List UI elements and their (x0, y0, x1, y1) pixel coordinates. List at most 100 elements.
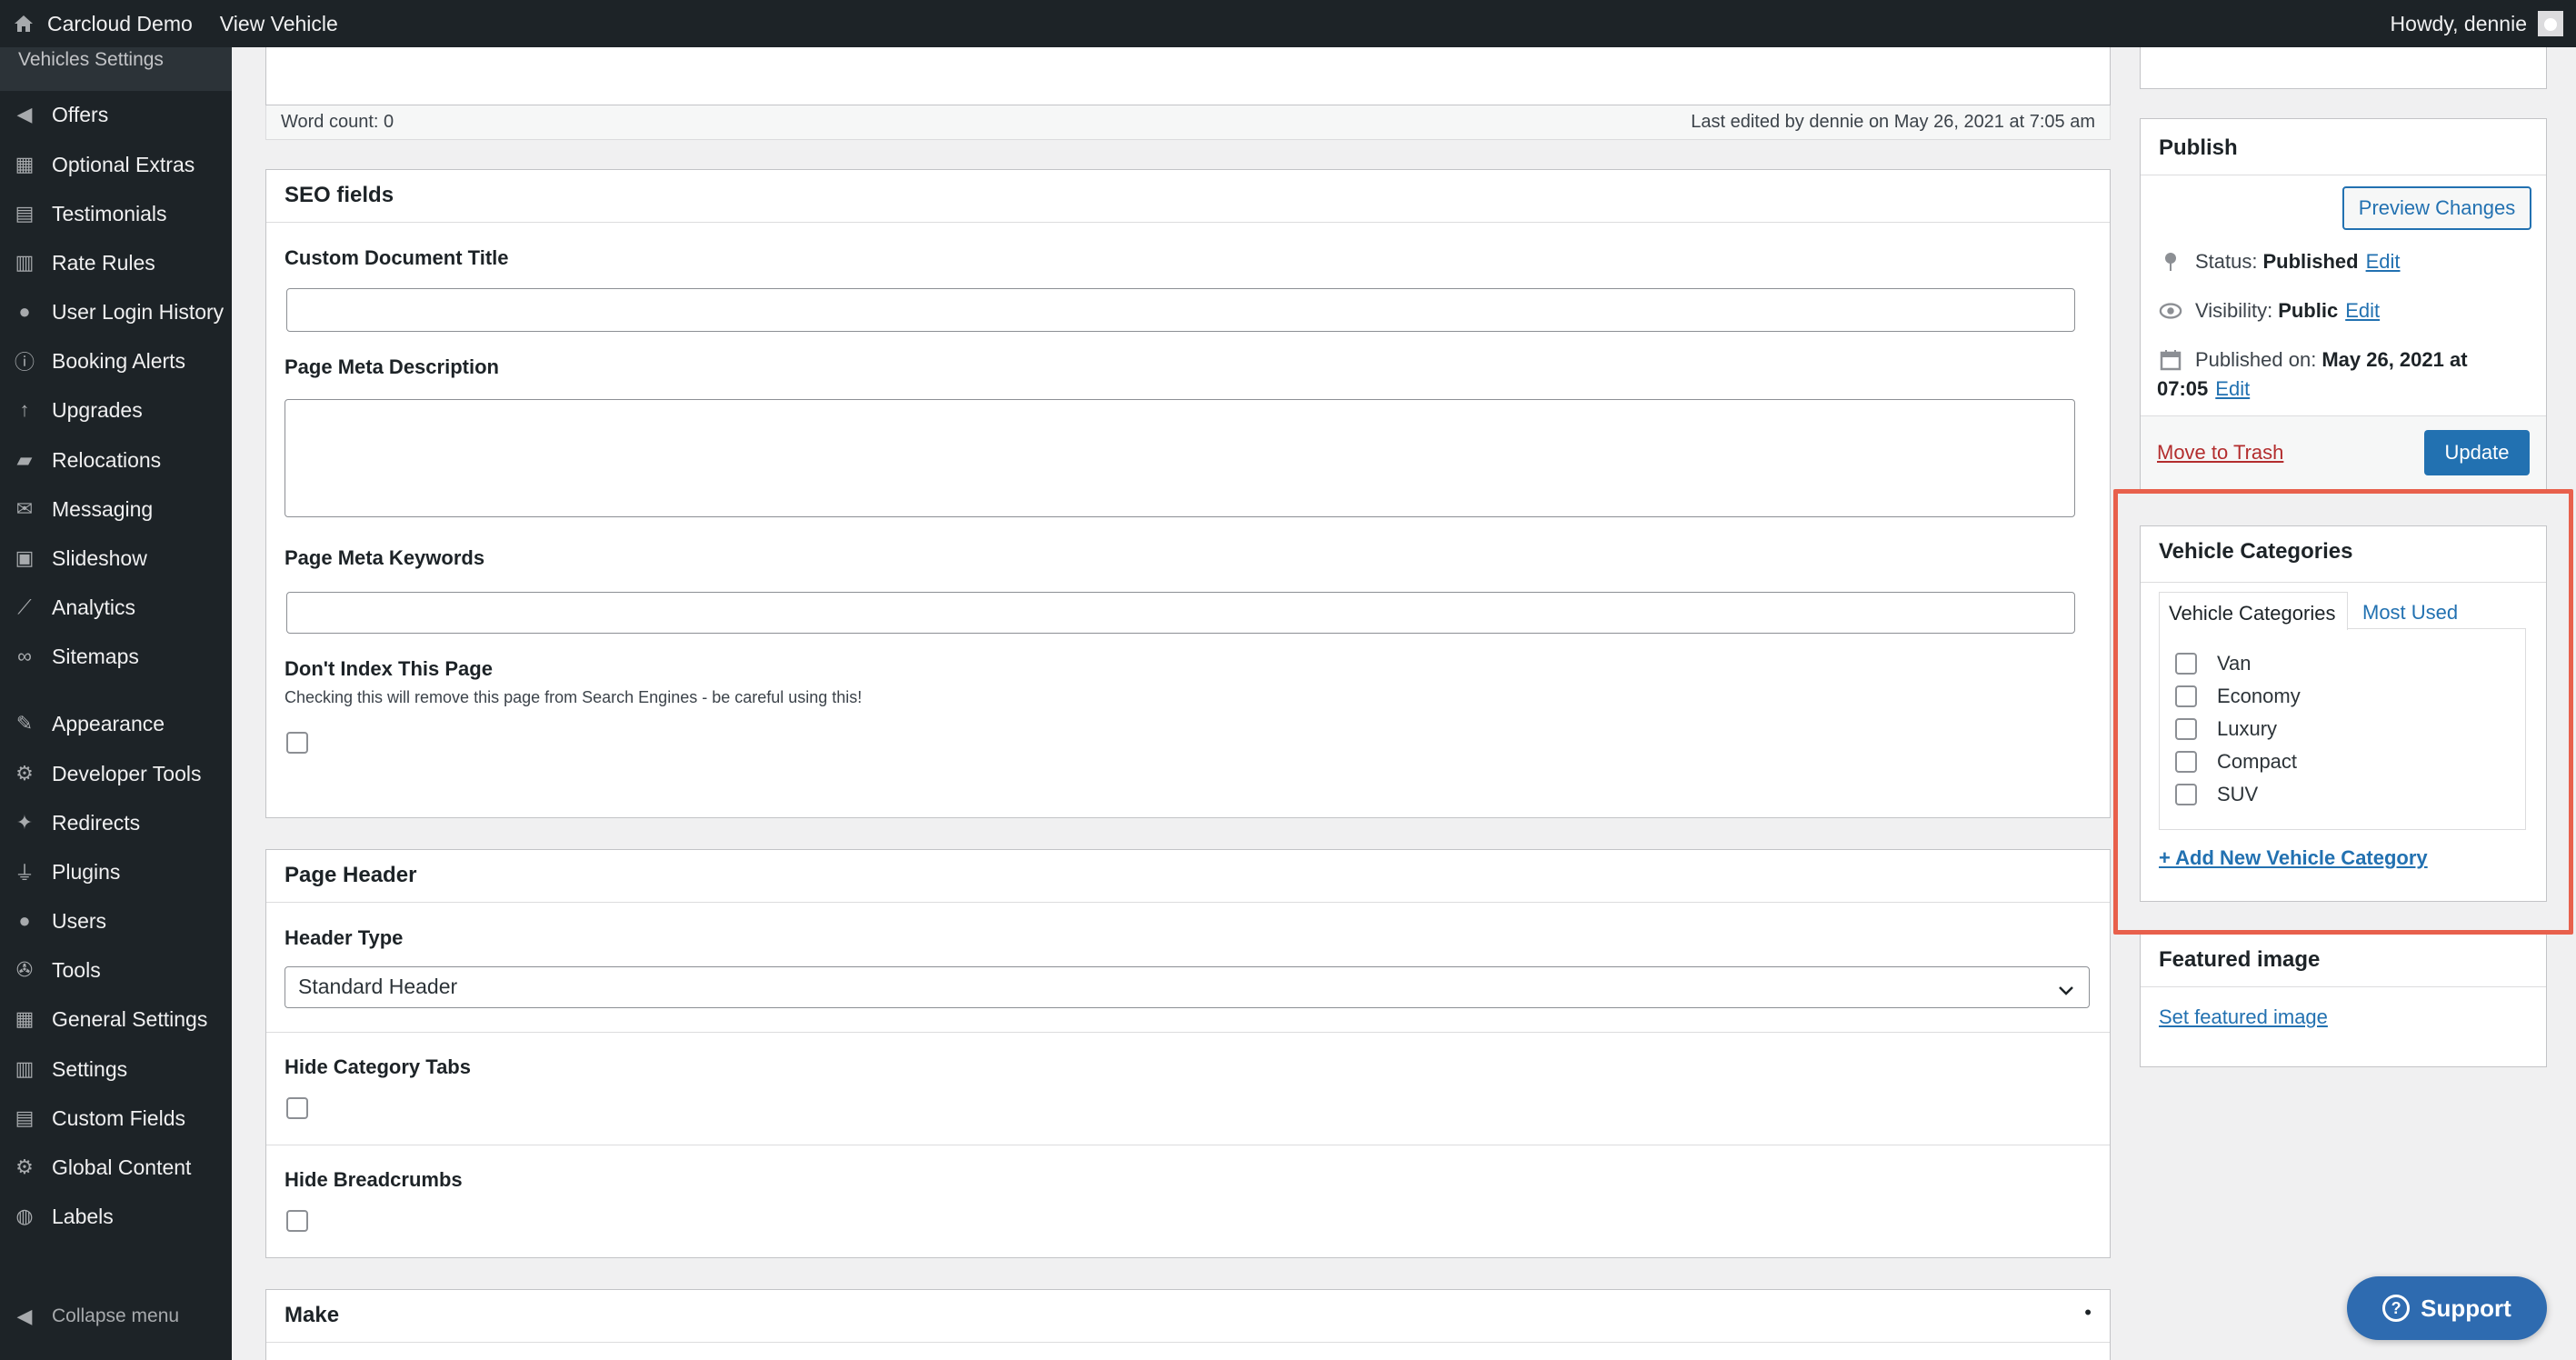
header-type-select[interactable]: Standard Header (285, 966, 2090, 1008)
gear-icon: ⚙ (15, 762, 34, 785)
last-edited: Last edited by dennie on May 26, 2021 at… (1691, 112, 2095, 132)
seo-fields-box: SEO fields Custom Document Title Page Me… (265, 169, 2111, 818)
sidebar-item-custom-fields[interactable]: ▤ Custom Fields (0, 1095, 232, 1142)
sidebar-item-users[interactable]: ● Users (0, 897, 232, 945)
status-value: Published (2262, 250, 2359, 273)
sidebar-item-label: User Login History (52, 299, 225, 324)
hide-breadcrumbs-checkbox[interactable] (286, 1210, 308, 1232)
page-meta-description-textarea[interactable] (285, 399, 2075, 517)
sliders-icon: ▦ (15, 1007, 35, 1030)
custom-document-title-input[interactable] (286, 288, 2075, 332)
sidebar-item-user-login-history[interactable]: ● User Login History (0, 288, 232, 335)
status-label: Status: (2195, 250, 2258, 273)
sidebar-item-labels[interactable]: ◍ Labels (0, 1193, 232, 1240)
pin-icon (2159, 250, 2182, 274)
sidebar-item-settings[interactable]: ▥ Settings (0, 1045, 232, 1093)
visibility-value: Public (2278, 299, 2339, 322)
chevron-down-icon (2058, 978, 2074, 1002)
make-toggle[interactable]: • (2084, 1301, 2092, 1325)
sidebar-item-label: Settings (52, 1056, 128, 1081)
sidebar-item-label: Developer Tools (52, 761, 202, 785)
featured-image-box: Featured image Set featured image (2140, 935, 2547, 1067)
hide-category-tabs-label: Hide Category Tabs (285, 1055, 471, 1078)
sidebar-item-label: Sitemaps (52, 644, 139, 668)
sidebar-item-label: Rate Rules (52, 250, 155, 275)
header-type-value: Standard Header (298, 975, 458, 998)
visibility-label: Visibility: (2195, 299, 2273, 322)
calendar-icon (2159, 348, 2182, 372)
sidebar-item-upgrades[interactable]: ↑ Upgrades (0, 386, 232, 434)
megaphone-icon: ◀ (16, 103, 33, 125)
arrow-up-icon: ↑ (19, 398, 30, 421)
sidebar-item-rate-rules[interactable]: ▥ Rate Rules (0, 239, 232, 286)
hide-category-tabs-checkbox[interactable] (286, 1097, 308, 1119)
paintbrush-icon: ✎ (15, 712, 34, 735)
support-label: Support (2421, 1294, 2511, 1322)
visibility-row: Visibility: Public Edit (2159, 299, 2380, 323)
grid-icon: ▦ (15, 153, 35, 175)
site-name-link[interactable]: Carcloud Demo (47, 12, 204, 36)
preview-changes-button[interactable]: Preview Changes (2342, 186, 2531, 230)
sidebar-item-testimonials[interactable]: ▤ Testimonials (0, 190, 232, 237)
published-on-edit-link[interactable]: Edit (2215, 377, 2250, 401)
visibility-edit-link[interactable]: Edit (2345, 299, 2380, 323)
sidebar-item-messaging[interactable]: ✉ Messaging (0, 485, 232, 533)
collapse-menu-button[interactable]: ◀ Collapse menu (0, 1293, 232, 1340)
sidebar-item-developer-tools[interactable]: ⚙ Developer Tools (0, 750, 232, 797)
account-menu[interactable]: Howdy, dennie (2391, 0, 2563, 47)
status-edit-link[interactable]: Edit (2366, 250, 2401, 274)
editor-status-bar: Word count: 0 Last edited by dennie on M… (265, 105, 2111, 140)
slides-icon: ▣ (15, 546, 35, 569)
sidebar-item-label: Plugins (52, 859, 121, 884)
sidebar-item-analytics[interactable]: ⟋ Analytics (0, 584, 232, 631)
sidebar-item-label: General Settings (52, 1006, 208, 1031)
sidebar-item-slideshow[interactable]: ▣ Slideshow (0, 535, 232, 582)
plug-icon: ⏚ (14, 862, 35, 885)
sidebar-item-booking-alerts[interactable]: ⓘ Booking Alerts (0, 337, 232, 385)
sidebar-item-label: Slideshow (52, 545, 147, 570)
make-title[interactable]: Make (266, 1290, 2110, 1343)
published-on-time-row: 07:05 Edit (2157, 377, 2250, 401)
hide-breadcrumbs-label: Hide Breadcrumbs (285, 1168, 463, 1191)
home-icon[interactable] (0, 0, 47, 47)
sidebar-item-label: Labels (52, 1204, 114, 1228)
dont-index-checkbox[interactable] (286, 732, 308, 754)
submenu-vehicles-settings[interactable]: Vehicles Settings (0, 47, 232, 91)
publish-title: Publish (2141, 119, 2546, 175)
editor-area[interactable] (265, 47, 2111, 105)
chart-line-icon: ⟋ (17, 595, 32, 618)
set-featured-image-link[interactable]: Set featured image (2159, 1005, 2328, 1029)
published-on-value: May 26, 2021 at (2321, 348, 2468, 371)
sidebar-item-label: Messaging (52, 496, 154, 521)
sidebar-item-general-settings[interactable]: ▦ General Settings (0, 995, 232, 1043)
page-meta-keywords-input[interactable] (286, 592, 2075, 634)
move-to-trash-link[interactable]: Move to Trash (2157, 441, 2283, 465)
sidebar-item-relocations[interactable]: ▰ Relocations (0, 436, 232, 484)
divider (266, 1032, 2110, 1033)
sidebar-item-plugins[interactable]: ⏚ Plugins (0, 848, 232, 895)
seo-fields-title: SEO fields (266, 170, 2110, 223)
sidebar-item-label: Analytics (52, 595, 136, 619)
sidebar-item-redirects[interactable]: ✦ Redirects (0, 799, 232, 846)
sidebar-item-tools[interactable]: ✇ Tools (0, 946, 232, 994)
sidebar-box-top (2140, 47, 2547, 89)
sidebar-item-label: Offers (52, 102, 109, 126)
sidebar-item-sitemaps[interactable]: ∞ Sitemaps (0, 633, 232, 680)
sidebar-item-offers[interactable]: ◀ Offers (0, 91, 232, 138)
dont-index-hint: Checking this will remove this page from… (285, 688, 863, 706)
custom-document-title-label: Custom Document Title (285, 246, 509, 269)
sidebar-item-label: Optional Extras (52, 152, 195, 176)
sidebar-item-appearance[interactable]: ✎ Appearance (0, 700, 232, 747)
sidebar-item-label: Global Content (52, 1155, 192, 1179)
view-vehicle-link[interactable]: View Vehicle (220, 12, 349, 36)
pin-icon: ✦ (15, 811, 34, 834)
update-button[interactable]: Update (2424, 430, 2530, 475)
sidebar-item-label: Users (52, 908, 107, 933)
clock-icon: ● (18, 300, 31, 323)
support-button[interactable]: ? Support (2347, 1276, 2547, 1340)
sidebar-item-global-content[interactable]: ⚙ Global Content (0, 1144, 232, 1191)
globe-icon: ◍ (15, 1205, 34, 1227)
admin-bar: Carcloud Demo View Vehicle Howdy, dennie (0, 0, 2576, 47)
sidebar-item-optional-extras[interactable]: ▦ Optional Extras (0, 141, 232, 188)
page-meta-keywords-label: Page Meta Keywords (285, 546, 485, 569)
